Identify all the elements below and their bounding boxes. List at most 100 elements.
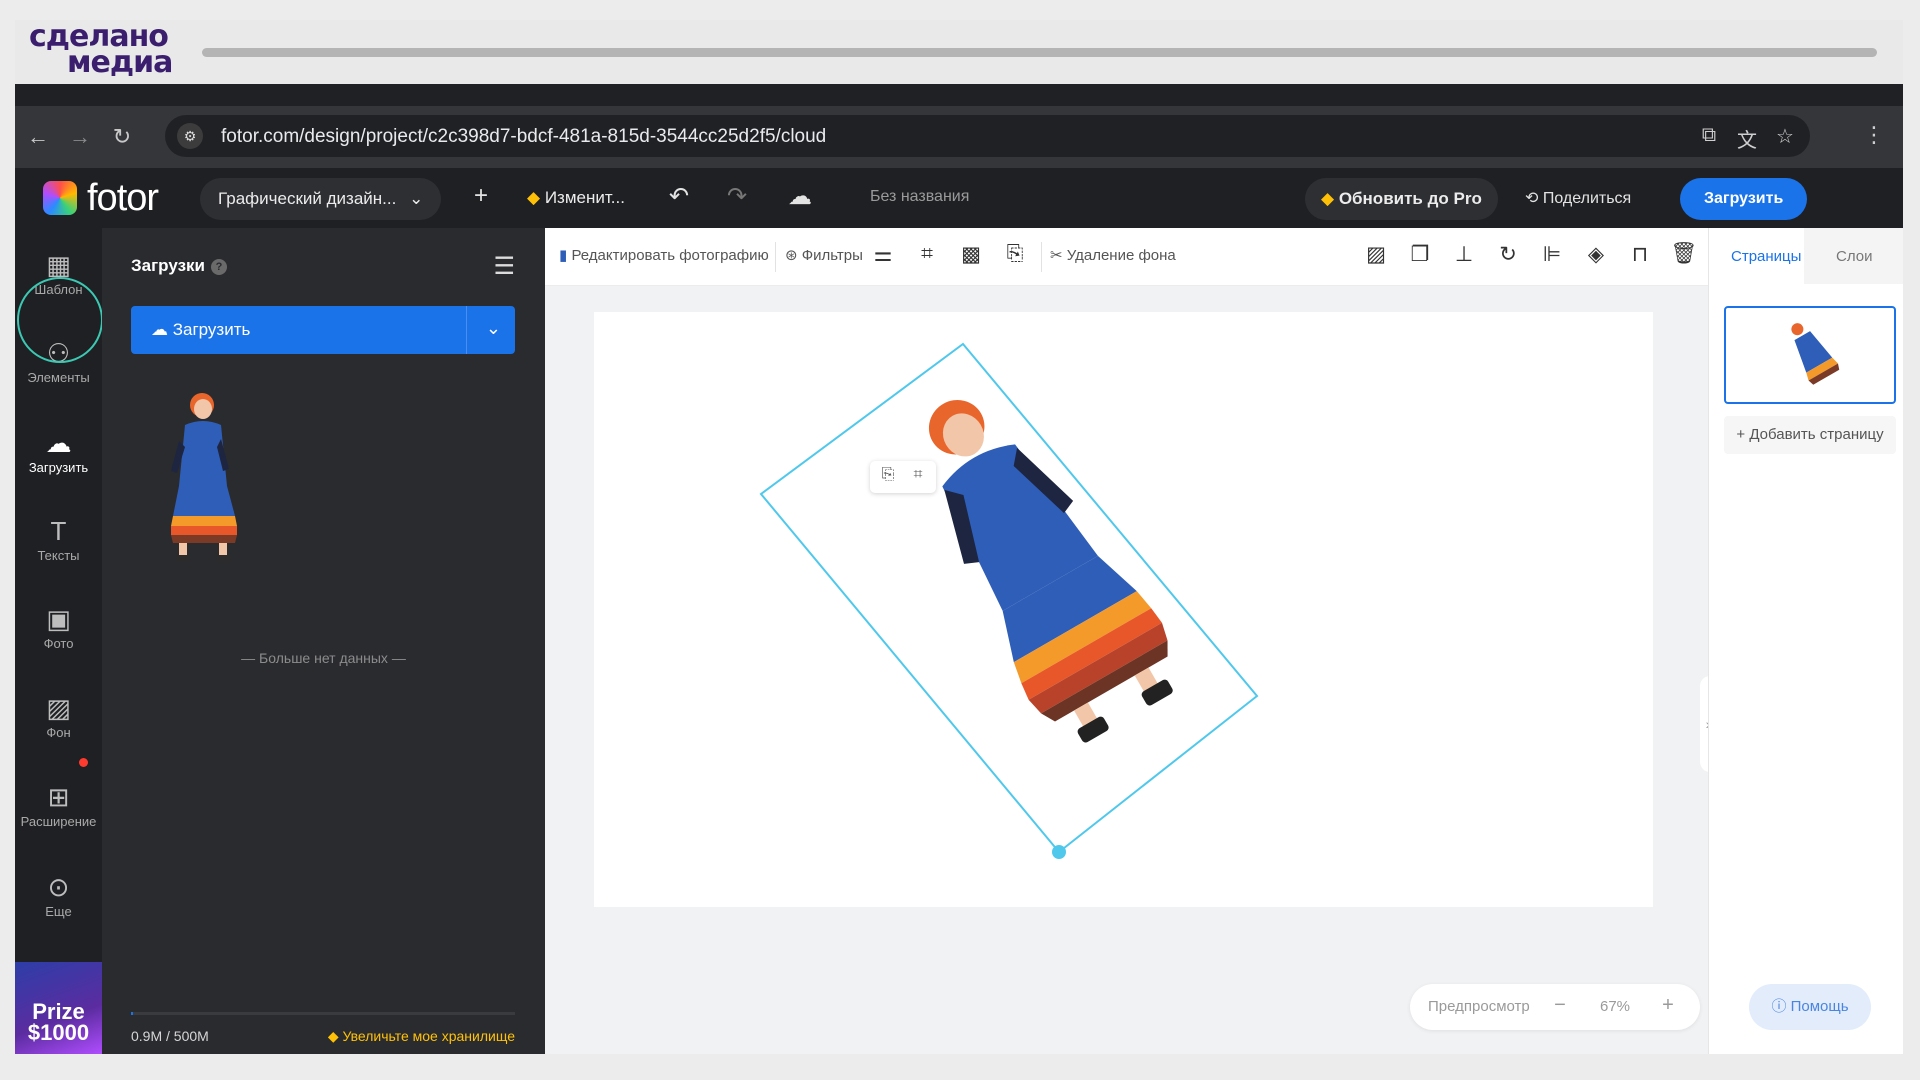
- help-icon[interactable]: ?: [211, 259, 227, 275]
- stamp-icon[interactable]: ⊥: [1450, 242, 1478, 267]
- app-header: fotor Графический дизайн... ⌄ + ◆ Измени…: [15, 168, 1903, 228]
- text-icon: T: [50, 516, 67, 546]
- help-circle-icon: ⓘ: [1771, 998, 1787, 1015]
- align-icon[interactable]: ⊫: [1538, 242, 1566, 267]
- chevron-down-icon: ⌄: [409, 189, 424, 208]
- rotate-icon[interactable]: ↻: [1494, 242, 1522, 267]
- share-button[interactable]: ⟲ Поделиться: [1525, 188, 1631, 208]
- design-type-dropdown[interactable]: Графический дизайн... ⌄: [200, 178, 442, 220]
- resize-label: Изменит...: [544, 188, 625, 207]
- background-icon: ▨: [46, 693, 71, 723]
- uploaded-image-thumbnail[interactable]: [157, 391, 257, 571]
- rail-label: Элементы: [27, 370, 90, 385]
- filters-label: Фильтры: [801, 247, 863, 264]
- rail-item-texts[interactable]: T Тексты: [15, 506, 102, 586]
- edit-photo-label: Редактировать фотографию: [571, 247, 769, 264]
- brand-logo: сделано медиа: [29, 22, 173, 78]
- prize-promo-banner[interactable]: Prize $1000: [15, 962, 102, 1054]
- rail-item-upload[interactable]: ☁ Загрузить: [15, 418, 102, 498]
- rail-label: Фон: [46, 725, 71, 740]
- tab-layers[interactable]: Слои: [1836, 248, 1872, 265]
- resize-button[interactable]: ◆ Изменит...: [527, 188, 625, 208]
- add-page-button[interactable]: + Добавить страницу: [1724, 416, 1896, 454]
- translate-icon[interactable]: 文: [1734, 124, 1760, 153]
- cloud-save-icon[interactable]: ☁: [784, 182, 816, 211]
- app-frame: ← → ↻ ⚙ fotor.com/design/project/c2c398d…: [15, 84, 1903, 1054]
- crop-icon[interactable]: ⌗: [913, 242, 941, 266]
- lock-icon[interactable]: ⊓: [1626, 242, 1654, 267]
- uploads-panel: Загрузки? ☰ ☁ Загрузить ⌄ — Больше нет д…: [102, 228, 545, 1054]
- replace-image-icon[interactable]: ⎘: [1001, 242, 1029, 266]
- address-bar[interactable]: ⚙ fotor.com/design/project/c2c398d7-bdcf…: [165, 115, 1810, 157]
- zoom-in-icon[interactable]: +: [1658, 994, 1678, 1017]
- no-more-data-text: — Больше нет данных —: [241, 650, 406, 666]
- diamond-icon: ◆: [527, 188, 541, 207]
- fotor-logo-text: fotor: [87, 176, 159, 219]
- increase-storage-link[interactable]: ◆ Увеличьте мое хранилище: [328, 1028, 515, 1045]
- url-text[interactable]: fotor.com/design/project/c2c398d7-bdcf-4…: [221, 126, 826, 148]
- panel-title: Загрузки?: [131, 256, 227, 276]
- storage-used-text: 0.9M / 500M: [131, 1028, 209, 1044]
- panel-title-text: Загрузки: [131, 256, 205, 275]
- back-icon[interactable]: ←: [23, 122, 53, 152]
- download-button[interactable]: Загрузить: [1680, 178, 1808, 220]
- duplicate-icon[interactable]: ❐: [1406, 242, 1434, 267]
- redo-icon[interactable]: ↷: [721, 182, 753, 211]
- zoom-out-icon[interactable]: −: [1550, 994, 1570, 1017]
- diamond-icon: ◆: [1321, 189, 1335, 208]
- preview-button[interactable]: Предпросмотр: [1428, 998, 1530, 1015]
- chevron-down-icon[interactable]: ⌄: [486, 318, 501, 339]
- increase-storage-label: Увеличьте мое хранилище: [342, 1028, 515, 1044]
- site-settings-icon[interactable]: ⚙: [177, 123, 203, 149]
- delete-icon[interactable]: 🗑: [1670, 242, 1698, 266]
- zoom-level: 67%: [1600, 998, 1631, 1015]
- upgrade-pro-label: Обновить до Pro: [1338, 189, 1482, 208]
- storage-progress-fill: [131, 1012, 133, 1015]
- filters-button[interactable]: ⊛ Фильтры: [785, 246, 863, 264]
- promo-line1: Prize: [32, 999, 85, 1024]
- rotate-handle[interactable]: [1052, 845, 1066, 859]
- video-progress-bar: [202, 48, 1877, 57]
- scissors-icon: ✂: [1050, 247, 1063, 264]
- active-highlight-ring: [17, 277, 103, 363]
- add-icon[interactable]: +: [465, 182, 497, 210]
- rail-label: Расширение: [20, 814, 97, 829]
- share-label: Поделиться: [1542, 190, 1632, 207]
- rail-item-photo[interactable]: ▣ Фото: [15, 594, 102, 674]
- share-icon: ⟲: [1525, 190, 1539, 207]
- rail-item-more[interactable]: ⊙ Еще: [15, 862, 102, 942]
- bookmark-star-icon[interactable]: ☆: [1772, 124, 1798, 149]
- remove-background-button[interactable]: ✂ Удаление фона: [1050, 246, 1176, 264]
- browser-toolbar: ← → ↻ ⚙ fotor.com/design/project/c2c398d…: [15, 106, 1903, 168]
- page-thumbnail[interactable]: [1724, 306, 1896, 404]
- reload-icon[interactable]: ↻: [107, 122, 137, 152]
- document-title[interactable]: Без названия: [870, 188, 969, 206]
- help-button[interactable]: ⓘ Помощь: [1749, 984, 1871, 1030]
- rail-label: Загрузить: [28, 460, 89, 475]
- install-app-icon[interactable]: ⧉: [1696, 124, 1722, 147]
- upload-button[interactable]: ☁ Загрузить ⌄: [131, 306, 515, 354]
- fotor-logo[interactable]: fotor: [43, 176, 159, 219]
- selected-image-layer[interactable]: [545, 286, 1708, 1054]
- upgrade-pro-button[interactable]: ◆ Обновить до Pro: [1305, 178, 1498, 220]
- transparency-icon[interactable]: ▩: [957, 242, 985, 267]
- adjust-icon[interactable]: ⚌: [869, 242, 897, 267]
- extension-icon: ⊞: [47, 782, 70, 812]
- edit-photo-button[interactable]: ▮ Редактировать фотографию: [559, 246, 769, 264]
- forward-icon[interactable]: →: [65, 122, 95, 152]
- layers-icon[interactable]: ◈: [1582, 242, 1610, 267]
- rail-item-extension[interactable]: ⊞ Расширение: [15, 772, 102, 852]
- rail-label: Фото: [43, 636, 74, 651]
- rail-item-background[interactable]: ▨ Фон: [15, 683, 102, 763]
- more-icon: ⊙: [47, 872, 70, 902]
- tab-pages[interactable]: Страницы: [1731, 248, 1801, 265]
- person-image: [928, 399, 1173, 743]
- opacity-icon[interactable]: ▨: [1362, 242, 1390, 267]
- rail-label: Тексты: [37, 548, 80, 563]
- storage-progress-bar: [131, 1012, 515, 1015]
- undo-icon[interactable]: ↶: [663, 182, 695, 211]
- fotor-logo-icon: [43, 181, 77, 215]
- photo-thumb-icon: ▮: [559, 247, 568, 264]
- hamburger-menu-icon[interactable]: ☰: [493, 252, 515, 281]
- browser-menu-icon[interactable]: ⋮: [1863, 122, 1885, 148]
